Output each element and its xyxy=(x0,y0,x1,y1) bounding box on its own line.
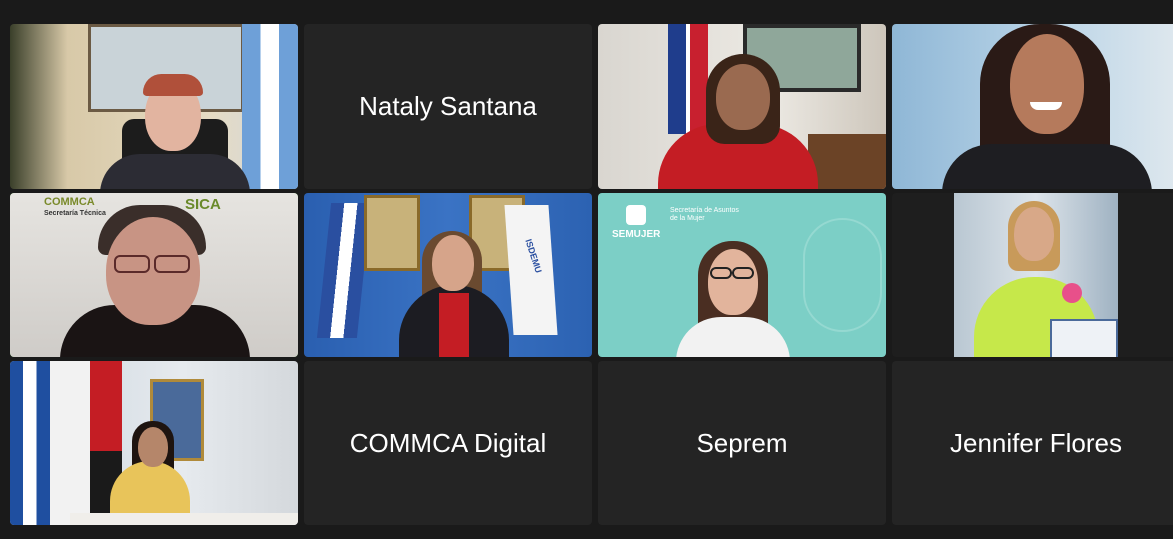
video-tile-8[interactable] xyxy=(892,193,1173,357)
video-feed xyxy=(954,193,1118,357)
video-feed xyxy=(10,361,298,525)
video-tile-9[interactable] xyxy=(10,361,298,525)
video-tile-10[interactable]: COMMCA Digital xyxy=(304,361,592,525)
person-body xyxy=(676,317,790,357)
secretaria-label: Secretaría Técnica xyxy=(44,210,106,217)
flag xyxy=(316,203,372,338)
person-head xyxy=(1010,34,1084,134)
flag xyxy=(242,24,298,189)
video-feed xyxy=(892,24,1173,189)
person-head xyxy=(716,64,770,130)
semujer-logo: SEMUJER xyxy=(612,229,661,240)
person-body xyxy=(942,144,1152,189)
video-tile-12[interactable]: Jennifer Flores xyxy=(892,361,1173,525)
video-grid: Nataly Santana COMMCA Secretaría Técnica… xyxy=(10,24,1173,525)
glasses xyxy=(114,255,150,273)
glasses xyxy=(710,267,732,279)
person-head xyxy=(432,235,474,291)
glasses xyxy=(154,255,190,273)
sica-logo: SICA xyxy=(185,196,221,213)
person-head xyxy=(708,249,758,315)
commca-logo: COMMCA xyxy=(44,196,95,208)
person-body xyxy=(100,154,250,189)
flower-pin xyxy=(1062,283,1082,303)
video-feed xyxy=(598,24,886,189)
video-feed: ISDEMU xyxy=(304,193,592,357)
video-feed xyxy=(10,24,298,189)
video-tile-4[interactable] xyxy=(892,24,1173,189)
desk xyxy=(808,134,886,189)
hair xyxy=(143,74,203,96)
person-head xyxy=(138,427,168,467)
video-feed: SEMUJER Secretaría de Asuntos de la Muje… xyxy=(598,193,886,357)
video-tile-3[interactable] xyxy=(598,24,886,189)
flag xyxy=(668,24,708,134)
video-tile-6[interactable]: ISDEMU xyxy=(304,193,592,357)
glasses xyxy=(732,267,754,279)
video-tile-5[interactable]: COMMCA Secretaría Técnica SICA xyxy=(10,193,298,357)
flag xyxy=(504,205,558,335)
flag xyxy=(10,361,50,525)
participant-name: COMMCA Digital xyxy=(349,427,547,458)
participant-name: Nataly Santana xyxy=(359,91,537,121)
video-tile-1[interactable] xyxy=(10,24,298,189)
portrait-frame xyxy=(364,195,420,271)
smile xyxy=(1030,102,1062,110)
video-tile-2[interactable]: Nataly Santana xyxy=(304,24,592,189)
crest-watermark xyxy=(803,218,882,332)
semujer-icon xyxy=(626,205,646,225)
video-feed: COMMCA Secretaría Técnica SICA xyxy=(10,193,298,357)
person-head xyxy=(1014,207,1054,261)
video-tile-11[interactable]: Seprem xyxy=(598,361,886,525)
desk xyxy=(70,513,298,525)
blouse xyxy=(439,293,469,357)
flag xyxy=(50,361,90,525)
participant-name: Seprem xyxy=(696,427,788,458)
semujer-subtitle: Secretaría de Asuntos de la Mujer xyxy=(670,207,739,222)
participant-name: Jennifer Flores xyxy=(950,427,1122,458)
certificate xyxy=(1050,319,1118,357)
video-tile-7[interactable]: SEMUJER Secretaría de Asuntos de la Muje… xyxy=(598,193,886,357)
